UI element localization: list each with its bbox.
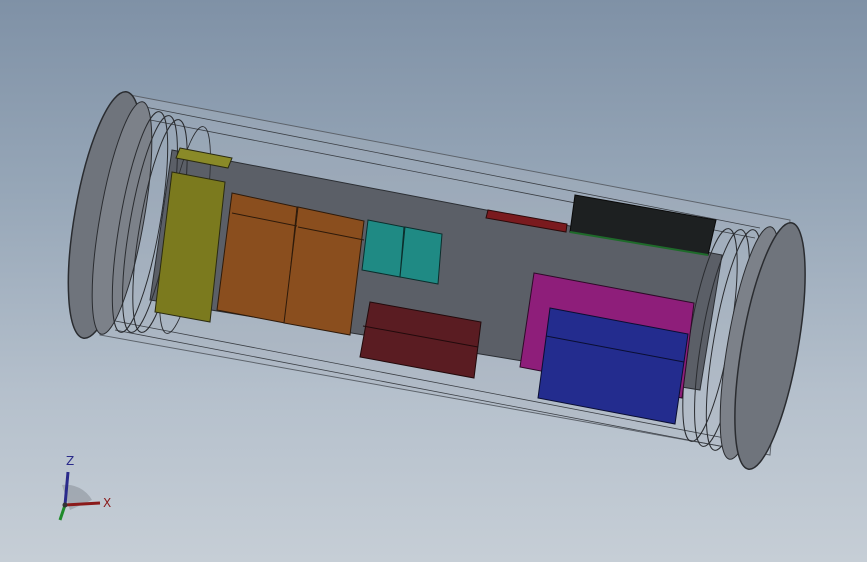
- x-axis-label: X: [103, 496, 111, 510]
- coordinate-triad: Z X: [58, 454, 111, 521]
- triad-origin: [62, 502, 68, 508]
- x-axis-arrow: [64, 501, 101, 507]
- z-axis-label: Z: [66, 454, 74, 468]
- teal-module-right[interactable]: [399, 226, 443, 285]
- teal-module-left[interactable]: [361, 219, 405, 278]
- brown-module-left[interactable]: [216, 192, 298, 324]
- cad-viewport[interactable]: Z X: [0, 0, 867, 562]
